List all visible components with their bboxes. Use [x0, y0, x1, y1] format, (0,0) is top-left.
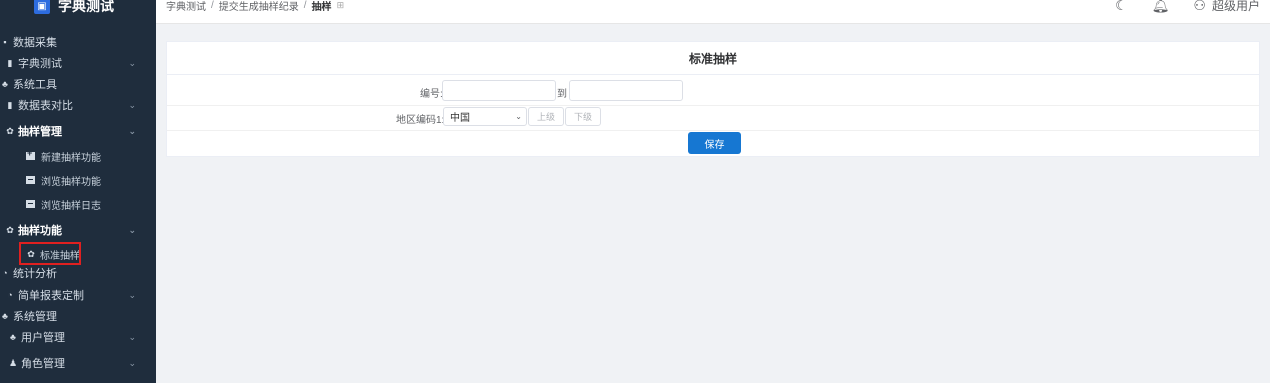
to-label: 到 [557, 89, 567, 100]
palette-icon: ✿ [6, 224, 14, 235]
chevron-down-icon: ⌄ [128, 99, 136, 110]
header-actions: ☾ 🔔︎ ⚇ 超级用户 [1091, 0, 1260, 14]
code-from-input[interactable] [442, 80, 556, 101]
clipboard-icon: ▮ [7, 57, 13, 68]
sidebar-item-label: 简单报表定制 [18, 290, 84, 302]
sidebar-item-sampling-log[interactable]: 浏览抽样日志 [0, 194, 156, 214]
pie-chart-icon: ◔ [7, 290, 13, 300]
sidebar-item-data-collect[interactable]: ▪ 数据采集 [0, 32, 156, 52]
sidebar-item-label: 统计分析 [13, 268, 57, 280]
top-header: 字典测试 / 提交生成抽样纪录 / 抽样 ⊞ ☾ 🔔︎ ⚇ 超级用户 [156, 0, 1270, 24]
plus-square-icon [26, 148, 35, 160]
sidebar-item-label: 数据采集 [13, 37, 57, 49]
selection-highlight [19, 242, 81, 265]
form-title: 标准抽样 [167, 42, 1259, 75]
user-icon[interactable]: ⚇ [1193, 0, 1206, 14]
breadcrumb-item[interactable]: 提交生成抽样纪录 [219, 0, 299, 13]
moon-icon[interactable]: ☾ [1115, 0, 1128, 14]
sidebar-item-table-compare[interactable]: ▮ 数据表对比 ⌄ [0, 95, 156, 115]
breadcrumb-separator: / [211, 0, 214, 11]
chevron-down-icon: ⌄ [128, 289, 136, 300]
code-row: 编号: 到 [167, 80, 1259, 102]
chevron-down-icon: ⌄ [128, 357, 136, 368]
sidebar-item-label: 角色管理 [21, 358, 65, 370]
sidebar-item-label: 抽样功能 [18, 225, 62, 237]
sidebar-item-system-mgmt[interactable]: ♣ 系统管理 [0, 306, 156, 326]
sampling-form-card: 标准抽样 编号: 到 地区编码1: 中国 ⌄ 上级 下级 保存 [166, 41, 1260, 157]
sidebar: ▣ 字典测试 ▪ 数据采集 ▮ 字典测试 ⌄ ♣ 系统工具 ▮ 数据表对比 ⌄ … [0, 0, 156, 383]
clipboard-icon: ▮ [7, 99, 13, 110]
sidebar-item-label: 系统管理 [13, 311, 57, 323]
sidebar-item-dict-test[interactable]: ▮ 字典测试 ⌄ [0, 53, 156, 73]
grid-icon: ▪ [3, 37, 7, 47]
users-icon: ♣ [2, 311, 8, 321]
user-icon: ♟ [8, 357, 18, 368]
code-label: 编号: [420, 89, 443, 100]
users-icon: ♣ [2, 79, 8, 89]
breadcrumb-item[interactable]: 字典测试 [166, 0, 206, 13]
pie-chart-icon: ◔ [2, 268, 8, 278]
sidebar-item-label: 浏览抽样功能 [41, 176, 101, 188]
app-logo-icon: ▣ [34, 0, 50, 14]
bell-icon[interactable]: 🔔︎ [1152, 0, 1170, 14]
down-level-button[interactable]: 下级 [565, 107, 601, 126]
sidebar-item-system-tools[interactable]: ♣ 系统工具 [0, 74, 156, 94]
users-icon: ♣ [10, 332, 16, 342]
sidebar-item-new-sampling[interactable]: 新建抽样功能 [0, 146, 156, 166]
sidebar-item-label: 数据表对比 [18, 100, 73, 112]
sidebar-item-label: 浏览抽样日志 [41, 200, 101, 212]
app-title: 字典测试 [58, 0, 114, 14]
code-to-input[interactable] [569, 80, 683, 101]
list-icon [26, 200, 35, 208]
sidebar-item-label: 字典测试 [18, 58, 62, 70]
region-select[interactable]: 中国 ⌄ [443, 107, 527, 126]
user-name[interactable]: 超级用户 [1212, 0, 1260, 14]
chevron-down-icon: ⌄ [128, 224, 136, 235]
sidebar-item-browse-sampling[interactable]: 浏览抽样功能 [0, 170, 156, 190]
breadcrumb-separator: / [303, 0, 307, 11]
list-icon [26, 176, 35, 184]
breadcrumb: 字典测试 / 提交生成抽样纪录 / 抽样 ⊞ [166, 0, 344, 13]
chevron-down-icon: ⌄ [128, 331, 136, 342]
action-row: 保存 [167, 130, 1259, 158]
sidebar-item-report-custom[interactable]: ◔ 简单报表定制 ⌄ [0, 285, 156, 305]
sidebar-item-label: 系统工具 [13, 79, 57, 91]
sidebar-item-role-mgmt[interactable]: ♟ 角色管理 ⌄ [0, 353, 156, 373]
region-row: 地区编码1: 中国 ⌄ 上级 下级 [167, 105, 1259, 129]
chevron-down-icon: ⌄ [128, 125, 136, 136]
breadcrumb-current: 抽样 [311, 2, 332, 13]
sidebar-item-label: 新建抽样功能 [41, 152, 101, 164]
sidebar-item-statistics[interactable]: ◔ 统计分析 [0, 263, 156, 283]
region-select-value: 中国 [450, 113, 470, 124]
up-level-button[interactable]: 上级 [528, 107, 564, 126]
save-button[interactable]: 保存 [688, 132, 741, 154]
sidebar-item-label: 抽样管理 [18, 126, 62, 138]
sidebar-item-sampling-mgmt[interactable]: ✿ 抽样管理 ⌄ [0, 121, 156, 141]
grid-icon[interactable]: ⊞ [337, 0, 345, 11]
app-logo[interactable]: ▣ 字典测试 [0, 0, 156, 15]
sidebar-item-user-mgmt[interactable]: ♣ 用户管理 ⌄ [0, 327, 156, 347]
palette-icon: ✿ [6, 125, 14, 136]
region-label: 地区编码1: [396, 115, 445, 126]
chevron-down-icon: ⌄ [128, 57, 136, 68]
sidebar-item-sampling-func[interactable]: ✿ 抽样功能 ⌄ [0, 220, 156, 240]
sidebar-item-label: 用户管理 [21, 332, 65, 344]
chevron-down-icon: ⌄ [515, 112, 522, 121]
